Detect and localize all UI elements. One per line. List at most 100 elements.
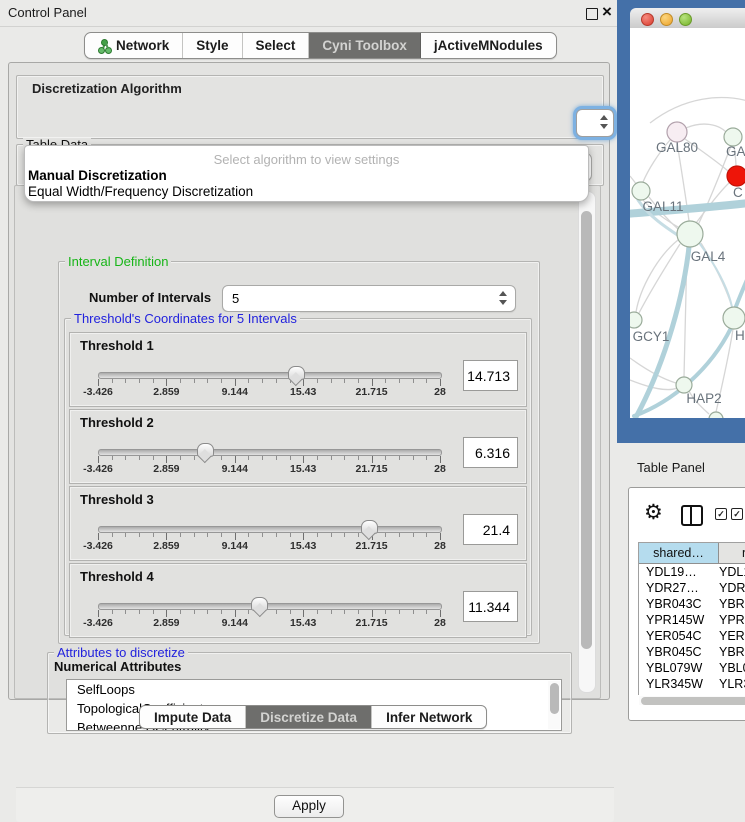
- table-row[interactable]: YBR045CYBR0: [639, 644, 745, 660]
- slider-thumb[interactable]: [288, 366, 305, 380]
- network-node[interactable]: [727, 166, 745, 186]
- slider-tick-labels: -3.4262.8599.14415.4321.71528: [98, 540, 440, 552]
- network-node[interactable]: [630, 312, 642, 328]
- slider-thumb[interactable]: [197, 443, 214, 457]
- split-columns-icon[interactable]: [681, 505, 703, 526]
- tab-label: jActiveMNodules: [434, 38, 543, 53]
- table-row[interactable]: YER054CYER0: [639, 628, 745, 644]
- slider-track[interactable]: [98, 449, 442, 456]
- float-window-icon[interactable]: [586, 8, 598, 20]
- threshold-value-field[interactable]: 14.713: [463, 360, 518, 391]
- network-node-label: C: [733, 185, 743, 200]
- traffic-light-minimize-icon[interactable]: [660, 13, 673, 26]
- table-cell: YDL1: [719, 564, 745, 580]
- settings-scrollbar[interactable]: [578, 191, 596, 693]
- bottom-tab-impute-data[interactable]: Impute Data: [140, 706, 246, 728]
- attributes-scrollbar-thumb[interactable]: [550, 683, 559, 714]
- bottom-tab-discretize-data[interactable]: Discretize Data: [246, 706, 372, 728]
- table-cell: YPR1: [719, 612, 745, 628]
- tab-select[interactable]: Select: [243, 33, 310, 58]
- table-panel: ⚙ ✓ ✓ shared…n YDL19…YDL1YDR27…YDR2YBR04…: [628, 487, 745, 721]
- traffic-light-close-icon[interactable]: [641, 13, 654, 26]
- table-hscrollbar[interactable]: [639, 696, 745, 705]
- tab-network[interactable]: Network: [85, 33, 183, 58]
- tab-label: Select: [256, 38, 296, 53]
- table-row[interactable]: YDR27…YDR2: [639, 580, 745, 596]
- network-node[interactable]: [632, 182, 650, 200]
- network-node[interactable]: [709, 412, 723, 418]
- table-cell: YDR2: [719, 580, 745, 596]
- apply-strip: Apply: [16, 787, 614, 822]
- network-icon: [98, 39, 111, 53]
- thresholds-group: Threshold's Coordinates for 5 Intervals …: [64, 318, 532, 636]
- slider-thumb[interactable]: [361, 520, 378, 534]
- panel-title: Control Panel: [8, 5, 87, 20]
- table-cell: YDL19…: [639, 564, 719, 580]
- node-table: shared…n YDL19…YDL1YDR27…YDR2YBR043CYBR0…: [638, 542, 745, 695]
- tab-jactivemnodules[interactable]: jActiveMNodules: [421, 33, 556, 58]
- tab-style[interactable]: Style: [183, 33, 242, 58]
- checkbox-icon[interactable]: ✓: [715, 508, 727, 520]
- attribute-item[interactable]: SelfLoops: [67, 680, 561, 699]
- threshold-value-field[interactable]: 6.316: [463, 437, 518, 468]
- network-node-label: GAL80: [656, 140, 698, 155]
- bottom-tab-infer-network[interactable]: Infer Network: [372, 706, 486, 728]
- network-window-frame[interactable]: GAL80GACGAL11GAL4GCY1HHAP2: [617, 0, 745, 443]
- algorithm-option[interactable]: Equal Width/Frequency Discretization: [28, 184, 253, 199]
- table-row[interactable]: YBR043CYBR0: [639, 596, 745, 612]
- table-row[interactable]: YLR345WYLR3: [639, 676, 745, 692]
- traffic-light-zoom-icon[interactable]: [679, 13, 692, 26]
- combo-stepper-icon: [498, 290, 507, 306]
- network-node-label: GAL4: [691, 249, 726, 264]
- network-node[interactable]: [677, 221, 703, 247]
- table-row[interactable]: YIL052CYIL0: [639, 692, 745, 695]
- gear-icon[interactable]: ⚙: [644, 502, 663, 523]
- number-of-intervals-label: Number of Intervals: [89, 290, 211, 305]
- tab-label: Style: [196, 38, 228, 53]
- algorithm-placeholder: Select algorithm to view settings: [25, 152, 588, 167]
- apply-button[interactable]: Apply: [274, 795, 344, 818]
- network-canvas[interactable]: GAL80GACGAL11GAL4GCY1HHAP2: [630, 28, 745, 418]
- threshold-label: Threshold 2: [80, 415, 154, 430]
- slider-tick-labels: -3.4262.8599.14415.4321.71528: [98, 617, 440, 629]
- number-of-intervals-combobox[interactable]: 5: [222, 285, 516, 312]
- table-header-row: shared…n: [639, 543, 745, 564]
- thresholds-group-title: Threshold's Coordinates for 5 Intervals: [71, 312, 300, 325]
- tab-cyni-toolbox[interactable]: Cyni Toolbox: [309, 33, 421, 58]
- slider-track[interactable]: [98, 526, 442, 533]
- discretization-algorithm-group: Discretization Algorithm: [16, 75, 604, 139]
- column-header[interactable]: shared…: [639, 543, 719, 564]
- table-row[interactable]: YBL079WYBL0: [639, 660, 745, 676]
- combo-stepper-icon: [599, 114, 608, 130]
- slider-track[interactable]: [98, 372, 442, 379]
- control-panel-titlebar: Control Panel ×: [0, 0, 617, 27]
- threshold-value-field[interactable]: 21.4: [463, 514, 518, 545]
- checkbox-icon[interactable]: ✓: [731, 508, 743, 520]
- algorithm-option[interactable]: Manual Discretization: [28, 168, 167, 183]
- table-cell: YER0: [719, 628, 745, 644]
- column-header[interactable]: n: [719, 543, 745, 564]
- algorithm-combobox[interactable]: [576, 109, 614, 137]
- attributes-group-title: Attributes to discretize: [54, 646, 188, 659]
- table-row[interactable]: YDL19…YDL1: [639, 564, 745, 580]
- table-cell: YIL0: [719, 692, 745, 695]
- settings-panel: Interval Definition Number of Intervals …: [14, 185, 601, 699]
- slider-thumb[interactable]: [251, 597, 268, 611]
- network-node-label: HAP2: [686, 391, 721, 406]
- numerical-attributes-label: Numerical Attributes: [54, 659, 181, 674]
- threshold-stack: Threshold 1 -3.4262.8599.14415.4321.71528…: [69, 332, 527, 640]
- attributes-scrollbar[interactable]: [548, 681, 560, 729]
- table-row[interactable]: YPR145WYPR1: [639, 612, 745, 628]
- threshold-value-field[interactable]: 11.344: [463, 591, 518, 622]
- threshold-label: Threshold 1: [80, 338, 154, 353]
- network-node[interactable]: [723, 307, 745, 329]
- table-hscrollbar-thumb[interactable]: [641, 697, 745, 705]
- slider-track[interactable]: [98, 603, 442, 610]
- network-window-titlebar[interactable]: [630, 8, 745, 29]
- network-node[interactable]: [667, 122, 687, 142]
- threshold-row: Threshold 1-3.4262.8599.14415.4321.71528…: [69, 332, 527, 407]
- settings-scrollbar-thumb[interactable]: [581, 211, 592, 649]
- close-icon[interactable]: ×: [602, 2, 612, 22]
- network-node-label: GCY1: [633, 329, 670, 344]
- threshold-row: Threshold 2-3.4262.8599.14415.4321.71528…: [69, 409, 527, 484]
